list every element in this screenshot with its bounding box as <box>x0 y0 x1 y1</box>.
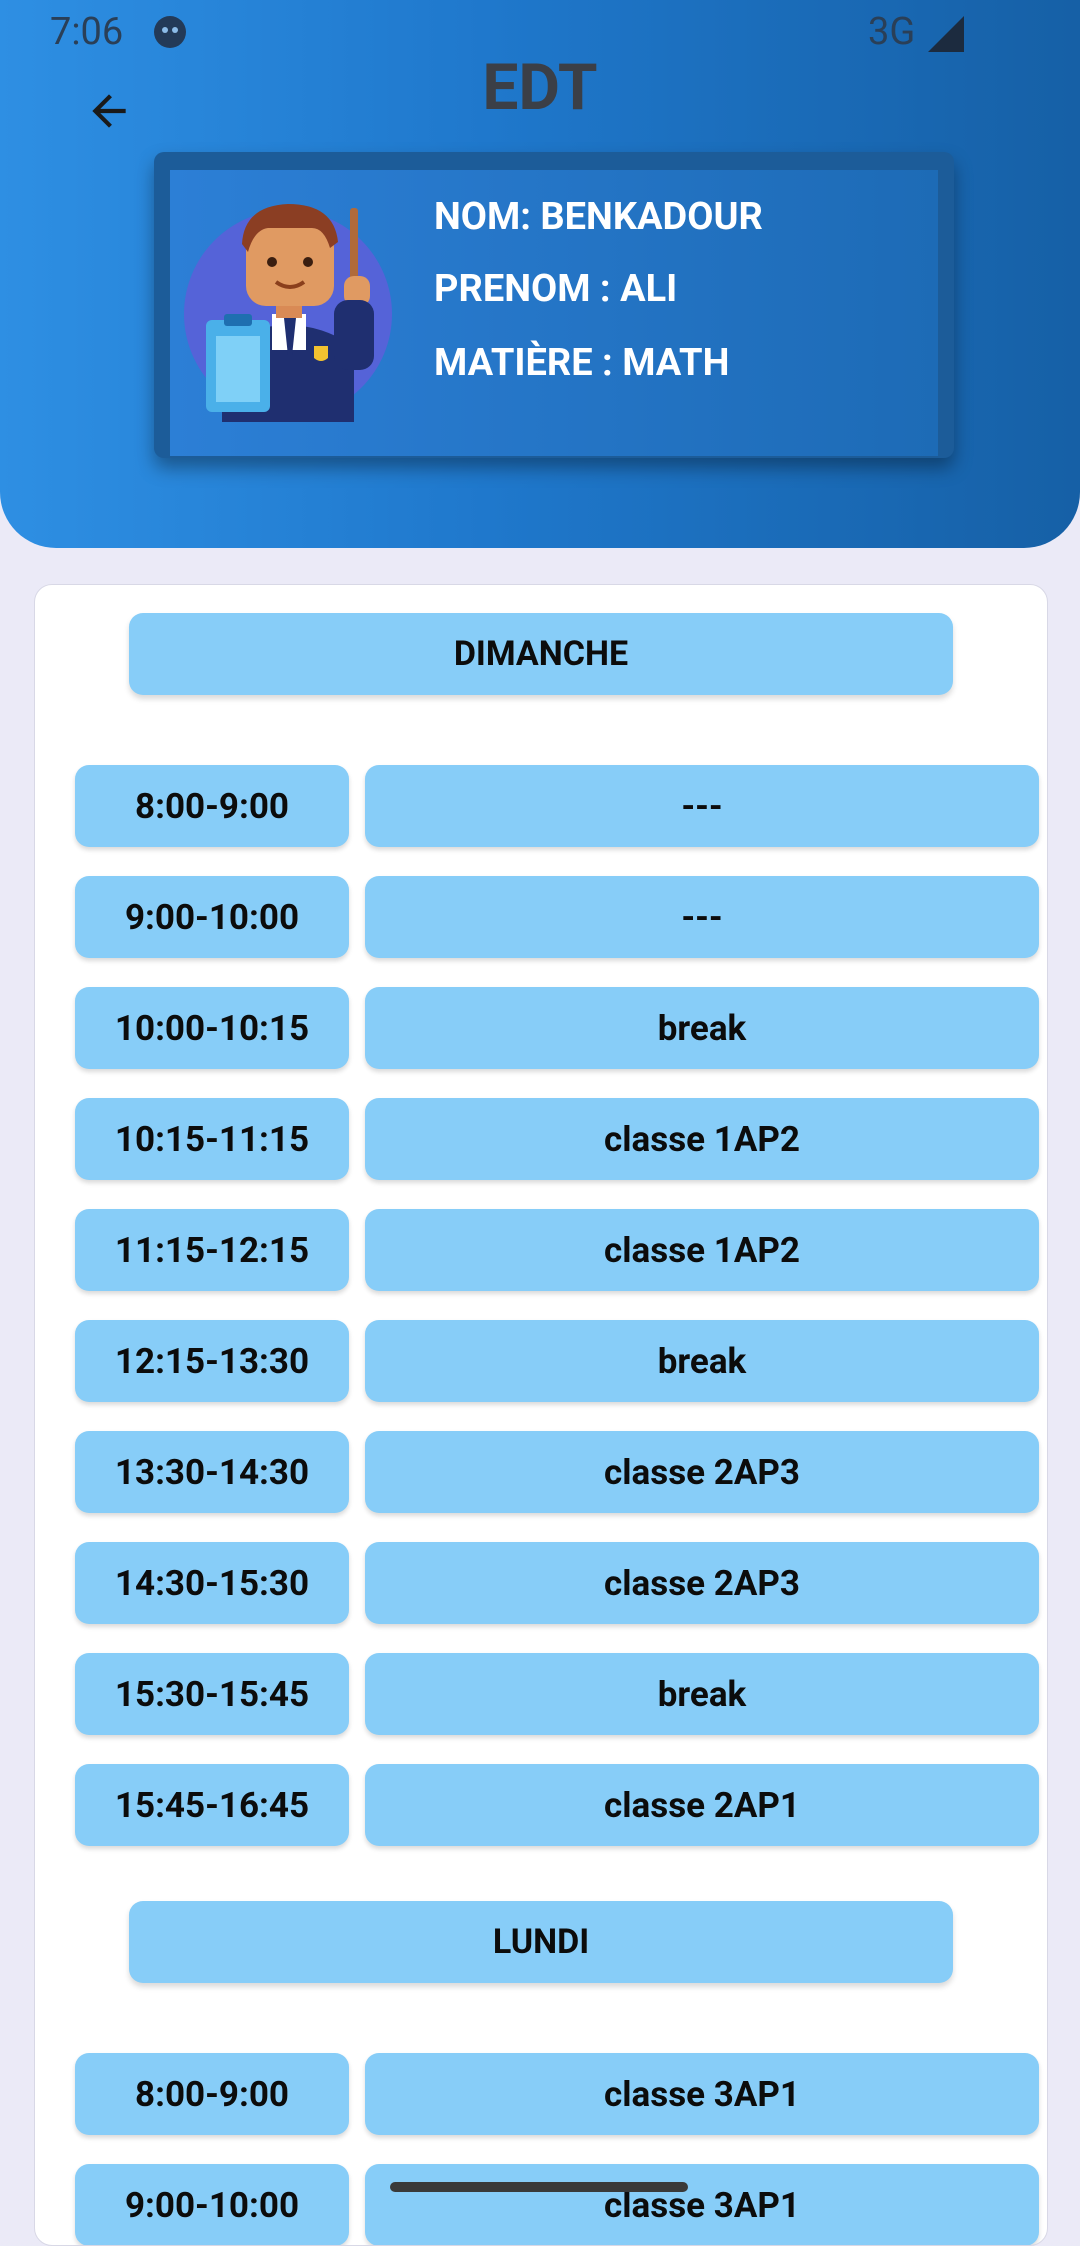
day-header-lundi[interactable]: LUNDI <box>129 1901 953 1983</box>
time-slot[interactable]: 13:30-14:30 <box>75 1431 349 1513</box>
class-slot[interactable]: classe 1AP2 <box>365 1209 1039 1291</box>
teacher-prenom: PRENOM : ALI <box>434 267 678 311</box>
table-row: 9:00-10:00 --- <box>75 876 1039 958</box>
table-row: 15:45-16:45 classe 2AP1 <box>75 1764 1039 1846</box>
table-row: 8:00-9:00 --- <box>75 765 1039 847</box>
class-slot[interactable]: break <box>365 1320 1039 1402</box>
class-slot[interactable]: classe 2AP3 <box>365 1431 1039 1513</box>
table-row: 8:00-9:00 classe 3AP1 <box>75 2053 1039 2135</box>
notification-icon <box>154 16 186 48</box>
time-slot[interactable]: 8:00-9:00 <box>75 2053 349 2135</box>
teacher-avatar <box>184 204 392 422</box>
time-slot[interactable]: 10:15-11:15 <box>75 1098 349 1180</box>
time-slot[interactable]: 12:15-13:30 <box>75 1320 349 1402</box>
class-slot[interactable]: classe 3AP1 <box>365 2164 1039 2245</box>
class-slot[interactable]: --- <box>365 876 1039 958</box>
class-slot[interactable]: --- <box>365 765 1039 847</box>
table-row: 15:30-15:45 break <box>75 1653 1039 1735</box>
table-row: 9:00-10:00 classe 3AP1 <box>75 2164 1039 2245</box>
time-slot[interactable]: 9:00-10:00 <box>75 2164 349 2245</box>
time-slot[interactable]: 8:00-9:00 <box>75 765 349 847</box>
table-row: 10:00-10:15 break <box>75 987 1039 1069</box>
network-type: 3G <box>868 10 916 54</box>
table-row: 12:15-13:30 break <box>75 1320 1039 1402</box>
page-title: EDT <box>482 50 598 125</box>
schedule-panel[interactable]: DIMANCHE 8:00-9:00 --- 9:00-10:00 --- 10… <box>34 584 1048 2246</box>
time-slot[interactable]: 15:45-16:45 <box>75 1764 349 1846</box>
table-row: 11:15-12:15 classe 1AP2 <box>75 1209 1039 1291</box>
class-slot[interactable]: break <box>365 987 1039 1069</box>
teacher-nom: NOM: BENKADOUR <box>434 195 763 239</box>
time-slot[interactable]: 14:30-15:30 <box>75 1542 349 1624</box>
home-indicator[interactable] <box>390 2182 688 2192</box>
table-row: 10:15-11:15 classe 1AP2 <box>75 1098 1039 1180</box>
status-time: 7:06 <box>50 10 124 54</box>
class-slot[interactable]: classe 1AP2 <box>365 1098 1039 1180</box>
time-slot[interactable]: 15:30-15:45 <box>75 1653 349 1735</box>
table-row: 14:30-15:30 classe 2AP3 <box>75 1542 1039 1624</box>
header: 7:06 3G EDT NOM: BENKADOUR PRENOM: ALI … <box>0 0 1080 548</box>
day-header-dimanche[interactable]: DIMANCHE <box>129 613 953 695</box>
signal-icon <box>928 16 964 52</box>
table-row: 13:30-14:30 classe 2AP3 <box>75 1431 1039 1513</box>
time-slot[interactable]: 9:00-10:00 <box>75 876 349 958</box>
class-slot[interactable]: break <box>365 1653 1039 1735</box>
teacher-matiere: MATIÈRE : MATH <box>434 341 730 385</box>
class-slot[interactable]: classe 2AP3 <box>365 1542 1039 1624</box>
class-slot[interactable]: classe 3AP1 <box>365 2053 1039 2135</box>
time-slot[interactable]: 10:00-10:15 <box>75 987 349 1069</box>
class-slot[interactable]: classe 2AP1 <box>365 1764 1039 1846</box>
time-slot[interactable]: 11:15-12:15 <box>75 1209 349 1291</box>
